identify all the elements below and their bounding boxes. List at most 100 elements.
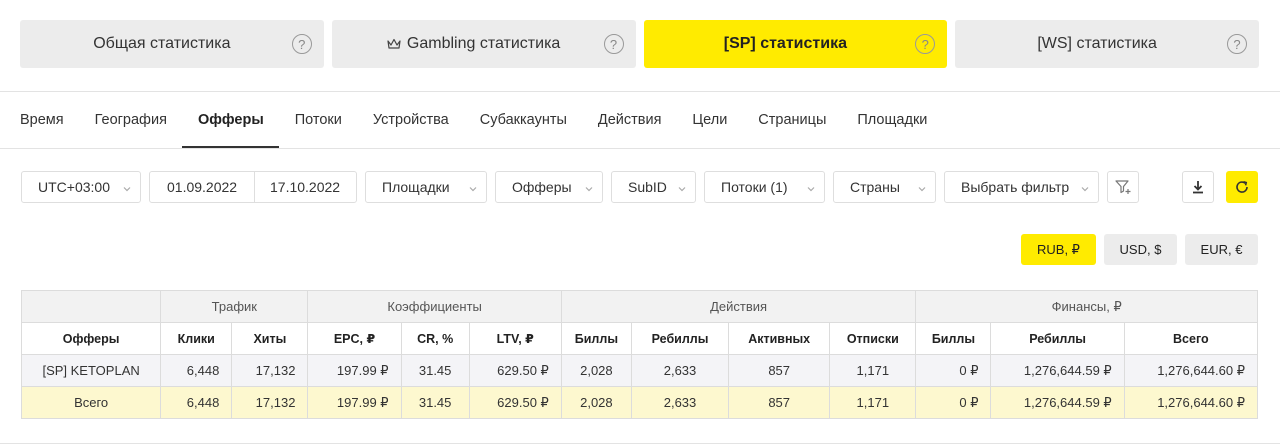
table-group-header: Трафик Коэффициенты Действия Финансы, ₽ [20, 290, 1258, 323]
tab-general-stats[interactable]: Общая статистика ? [20, 20, 324, 68]
offers-select[interactable]: Офферы [495, 171, 603, 203]
tab-label: Gambling статистика [406, 35, 561, 52]
group-actions: Действия [560, 290, 917, 323]
col-ltv[interactable]: LTV, ₽ [468, 322, 562, 355]
cell-active: 857 [728, 386, 831, 419]
sub-nav: Время География Офферы Потоки Устройства… [20, 92, 943, 148]
chevron-down-icon [918, 187, 926, 192]
cell-finance-bills: 0 ₽ [915, 354, 992, 387]
date-range-picker[interactable]: 01.09.2022 17.10.2022 [149, 171, 357, 203]
refresh-button[interactable] [1226, 171, 1258, 203]
group-coefficients: Коэффициенты [307, 290, 562, 323]
help-icon[interactable]: ? [915, 34, 936, 54]
cell-hits: 17,132 [231, 354, 309, 387]
cell-offer[interactable]: [SP] KETOPLAN [20, 354, 162, 387]
streams-select[interactable]: Потоки (1) [704, 171, 825, 203]
sub-nav-offers[interactable]: Офферы [182, 92, 280, 148]
cell-bills: 2,028 [560, 386, 632, 419]
sub-nav-platforms[interactable]: Площадки [842, 92, 943, 148]
timezone-select[interactable]: UTC+03:00 [21, 171, 141, 203]
countries-select[interactable]: Страны [833, 171, 936, 203]
col-bills[interactable]: Биллы [560, 322, 632, 355]
table-row: [SP] KETOPLAN 6,448 17,132 197.99 ₽ 31.4… [20, 354, 1259, 387]
choose-filter-label: Выбрать фильтр [961, 179, 1070, 195]
offers-label: Офферы [512, 179, 572, 195]
tab-gambling-stats[interactable]: Gambling статистика ? [331, 20, 636, 68]
help-icon[interactable]: ? [291, 34, 312, 54]
tab-sp-stats[interactable]: [SP] статистика ? [643, 20, 948, 68]
cell-cr: 31.45 [400, 386, 470, 419]
subid-select[interactable]: SubID [611, 171, 696, 203]
tab-ws-stats[interactable]: [WS] статистика ? [955, 20, 1259, 68]
divider [0, 443, 1280, 444]
stats-table: Трафик Коэффициенты Действия Финансы, ₽ … [20, 290, 1259, 419]
cell-unsubscribes: 1,171 [829, 354, 917, 387]
sub-nav-goals[interactable]: Цели [677, 92, 743, 148]
sub-nav-devices[interactable]: Устройства [357, 92, 464, 148]
currency-rub-button[interactable]: RUB, ₽ [1021, 234, 1096, 265]
cell-epc: 197.99 ₽ [307, 386, 402, 419]
help-icon[interactable]: ? [603, 34, 624, 54]
col-cr[interactable]: CR, % [400, 322, 470, 355]
col-finance-total[interactable]: Всего [1123, 322, 1259, 355]
tab-label: [SP] статистика [723, 35, 847, 52]
group-empty [20, 290, 162, 323]
help-icon[interactable]: ? [1227, 34, 1247, 54]
table-column-header: Офферы Клики Хиты EPC, ₽ CR, % LTV, ₽ Би… [20, 322, 1259, 355]
date-to[interactable]: 17.10.2022 [270, 172, 340, 202]
cell-finance-bills: 0 ₽ [915, 386, 992, 419]
currency-eur-button[interactable]: EUR, € [1185, 234, 1258, 265]
chevron-down-icon [678, 187, 686, 192]
stat-tabs: Общая статистика ? Gambling статистика ?… [20, 20, 1259, 68]
countries-label: Страны [850, 179, 900, 195]
sub-nav-streams[interactable]: Потоки [279, 92, 357, 148]
cell-finance-total: 1,276,644.60 ₽ [1123, 354, 1259, 387]
chevron-down-icon [807, 187, 815, 192]
cell-rebills: 2,633 [630, 354, 730, 387]
col-active[interactable]: Активных [728, 322, 831, 355]
sub-nav-actions[interactable]: Действия [582, 92, 677, 148]
sub-nav-geography[interactable]: География [79, 92, 182, 148]
cell-finance-rebills: 1,276,644.59 ₽ [990, 354, 1125, 387]
timezone-value: UTC+03:00 [38, 179, 110, 195]
cell-epc: 197.99 ₽ [307, 354, 402, 387]
cell-rebills: 2,633 [630, 386, 730, 419]
sub-nav-time[interactable]: Время [20, 92, 79, 148]
col-epc[interactable]: EPC, ₽ [307, 322, 402, 355]
choose-filter-select[interactable]: Выбрать фильтр [944, 171, 1099, 203]
col-finance-bills[interactable]: Биллы [915, 322, 992, 355]
sub-nav-pages[interactable]: Страницы [743, 92, 842, 148]
download-icon [1193, 181, 1203, 194]
streams-label: Потоки (1) [721, 179, 788, 195]
add-filter-button[interactable] [1107, 171, 1139, 203]
col-clicks[interactable]: Клики [160, 322, 233, 355]
cell-bills: 2,028 [560, 354, 632, 387]
chevron-down-icon [1081, 187, 1089, 192]
cell-clicks: 6,448 [160, 386, 233, 419]
cell-active: 857 [728, 354, 831, 387]
group-traffic: Трафик [160, 290, 309, 323]
cell-hits: 17,132 [231, 386, 309, 419]
cell-finance-total: 1,276,644.60 ₽ [1123, 386, 1259, 419]
cell-finance-rebills: 1,276,644.59 ₽ [990, 386, 1125, 419]
col-hits[interactable]: Хиты [231, 322, 309, 355]
crown-icon [387, 38, 401, 50]
col-unsubscribes[interactable]: Отписки [829, 322, 917, 355]
col-finance-rebills[interactable]: Ребиллы [990, 322, 1125, 355]
currency-usd-button[interactable]: USD, $ [1104, 234, 1177, 265]
download-button[interactable] [1182, 171, 1214, 203]
cell-offer: Всего [20, 386, 162, 419]
platforms-select[interactable]: Площадки [365, 171, 487, 203]
subid-label: SubID [628, 179, 667, 195]
col-offers[interactable]: Офферы [20, 322, 162, 355]
cell-clicks: 6,448 [160, 354, 233, 387]
chevron-down-icon [123, 187, 131, 192]
cell-ltv: 629.50 ₽ [468, 354, 562, 387]
col-rebills[interactable]: Ребиллы [630, 322, 730, 355]
chevron-down-icon [585, 187, 593, 192]
divider [0, 148, 1280, 149]
sub-nav-subaccounts[interactable]: Субаккаунты [464, 92, 582, 148]
refresh-icon [1236, 181, 1248, 193]
date-from[interactable]: 01.09.2022 [167, 172, 237, 202]
filter-add-icon [1115, 180, 1131, 194]
